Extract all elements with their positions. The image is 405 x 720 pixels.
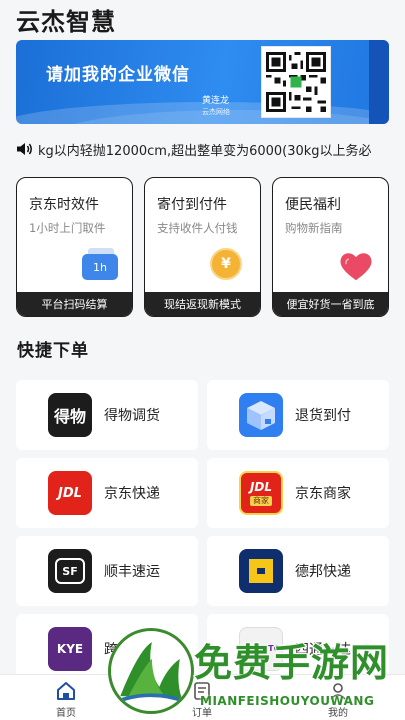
card-cod[interactable]: 寄付到付件 支持收件人付钱 ¥ 现结返现新模式 (144, 177, 261, 317)
tab-label: 首页 (56, 708, 76, 719)
logo-text: 得物 (53, 407, 86, 426)
card-desc: 购物新指南 (285, 221, 343, 235)
quick-order-item[interactable]: SF 顺丰速运 (16, 536, 198, 606)
logo-subtext: 商家 (250, 496, 272, 506)
dewu-logo-icon: 得物 (48, 393, 92, 437)
clock-1h-icon: 1h (82, 248, 118, 284)
watermark-subtitle: MIANFEISHOUYOUWANG (200, 694, 375, 708)
logo-text: JDL (58, 485, 82, 501)
wechat-banner[interactable]: 请加我的企业微信 黄连龙 云杰网络 (16, 40, 389, 124)
card-badge: 1h (82, 254, 118, 280)
quick-order-title: 快捷下单 (17, 341, 89, 361)
item-label: 得物调货 (104, 408, 160, 424)
card-welfare[interactable]: 便民福利 购物新指南 便宜好货一省到底 (272, 177, 389, 317)
jdl-logo-icon: JDL (48, 471, 92, 515)
home-icon (57, 682, 75, 700)
banner-headline: 请加我的企业微信 (46, 65, 190, 85)
banner-contact-company: 云杰网络 (202, 108, 230, 116)
quick-order-item[interactable]: 得物 得物调货 (16, 380, 198, 450)
return-box-icon (239, 393, 283, 437)
item-label: 京东商家 (295, 486, 351, 502)
kye-logo-icon: KYE (48, 627, 92, 671)
service-cards: 京东时效件 1小时上门取件 1h 平台扫码结算 寄付到付件 支持收件人付钱 ¥ … (16, 177, 389, 317)
watermark-logo-icon (108, 628, 194, 714)
card-title: 便民福利 (285, 197, 341, 213)
card-desc: 1小时上门取件 (29, 221, 106, 235)
card-title: 寄付到付件 (157, 197, 227, 213)
banner-contact-name: 黄连龙 (202, 96, 230, 106)
item-label: 京东快递 (104, 486, 160, 502)
quick-order-item[interactable]: 德邦快递 (207, 536, 389, 606)
banner-signature: 黄连龙 云杰网络 (202, 96, 230, 118)
notice-text: kg以内轻抛12000cm,超出整单变为6000(30kg以上务必 (38, 143, 372, 159)
site-watermark: 免费手游网 MIANFEISHOUYOUWANG (108, 626, 404, 720)
app-title: 云杰智慧 (16, 8, 116, 36)
quick-order-item[interactable]: 退货到付 (207, 380, 389, 450)
item-label: 退货到付 (295, 408, 351, 424)
heart-icon (340, 253, 372, 281)
card-badge: ¥ (210, 248, 242, 280)
watermark-title: 免费手游网 (193, 640, 390, 686)
quick-order-item[interactable]: JDL 京东快递 (16, 458, 198, 528)
banner-edge-stripe (369, 40, 389, 124)
coin-icon: ¥ (210, 248, 244, 282)
card-desc: 支持收件人付钱 (157, 221, 238, 235)
deppon-logo-icon (239, 549, 283, 593)
card-footer: 现结返现新模式 (145, 292, 260, 316)
card-footer: 平台扫码结算 (17, 292, 132, 316)
item-label: 德邦快递 (295, 564, 351, 580)
logo-text: SF (62, 564, 78, 578)
logo-text: KYE (56, 642, 84, 656)
speaker-icon (17, 143, 32, 155)
qr-code-icon[interactable] (261, 46, 331, 118)
card-title: 京东时效件 (29, 197, 99, 213)
card-footer: 便宜好货一省到底 (273, 292, 388, 316)
jdl-merchant-logo-icon: JDL 商家 (239, 471, 283, 515)
quick-order-item[interactable]: JDL 商家 京东商家 (207, 458, 389, 528)
item-label: 顺丰速运 (104, 564, 160, 580)
tab-home[interactable]: 首页 (26, 675, 106, 720)
logo-text: JDL (249, 480, 273, 494)
notice-bar[interactable]: kg以内轻抛12000cm,超出整单变为6000(30kg以上务必 (16, 138, 389, 160)
card-jd-express[interactable]: 京东时效件 1小时上门取件 1h 平台扫码结算 (16, 177, 133, 317)
sf-express-logo-icon: SF (48, 549, 92, 593)
